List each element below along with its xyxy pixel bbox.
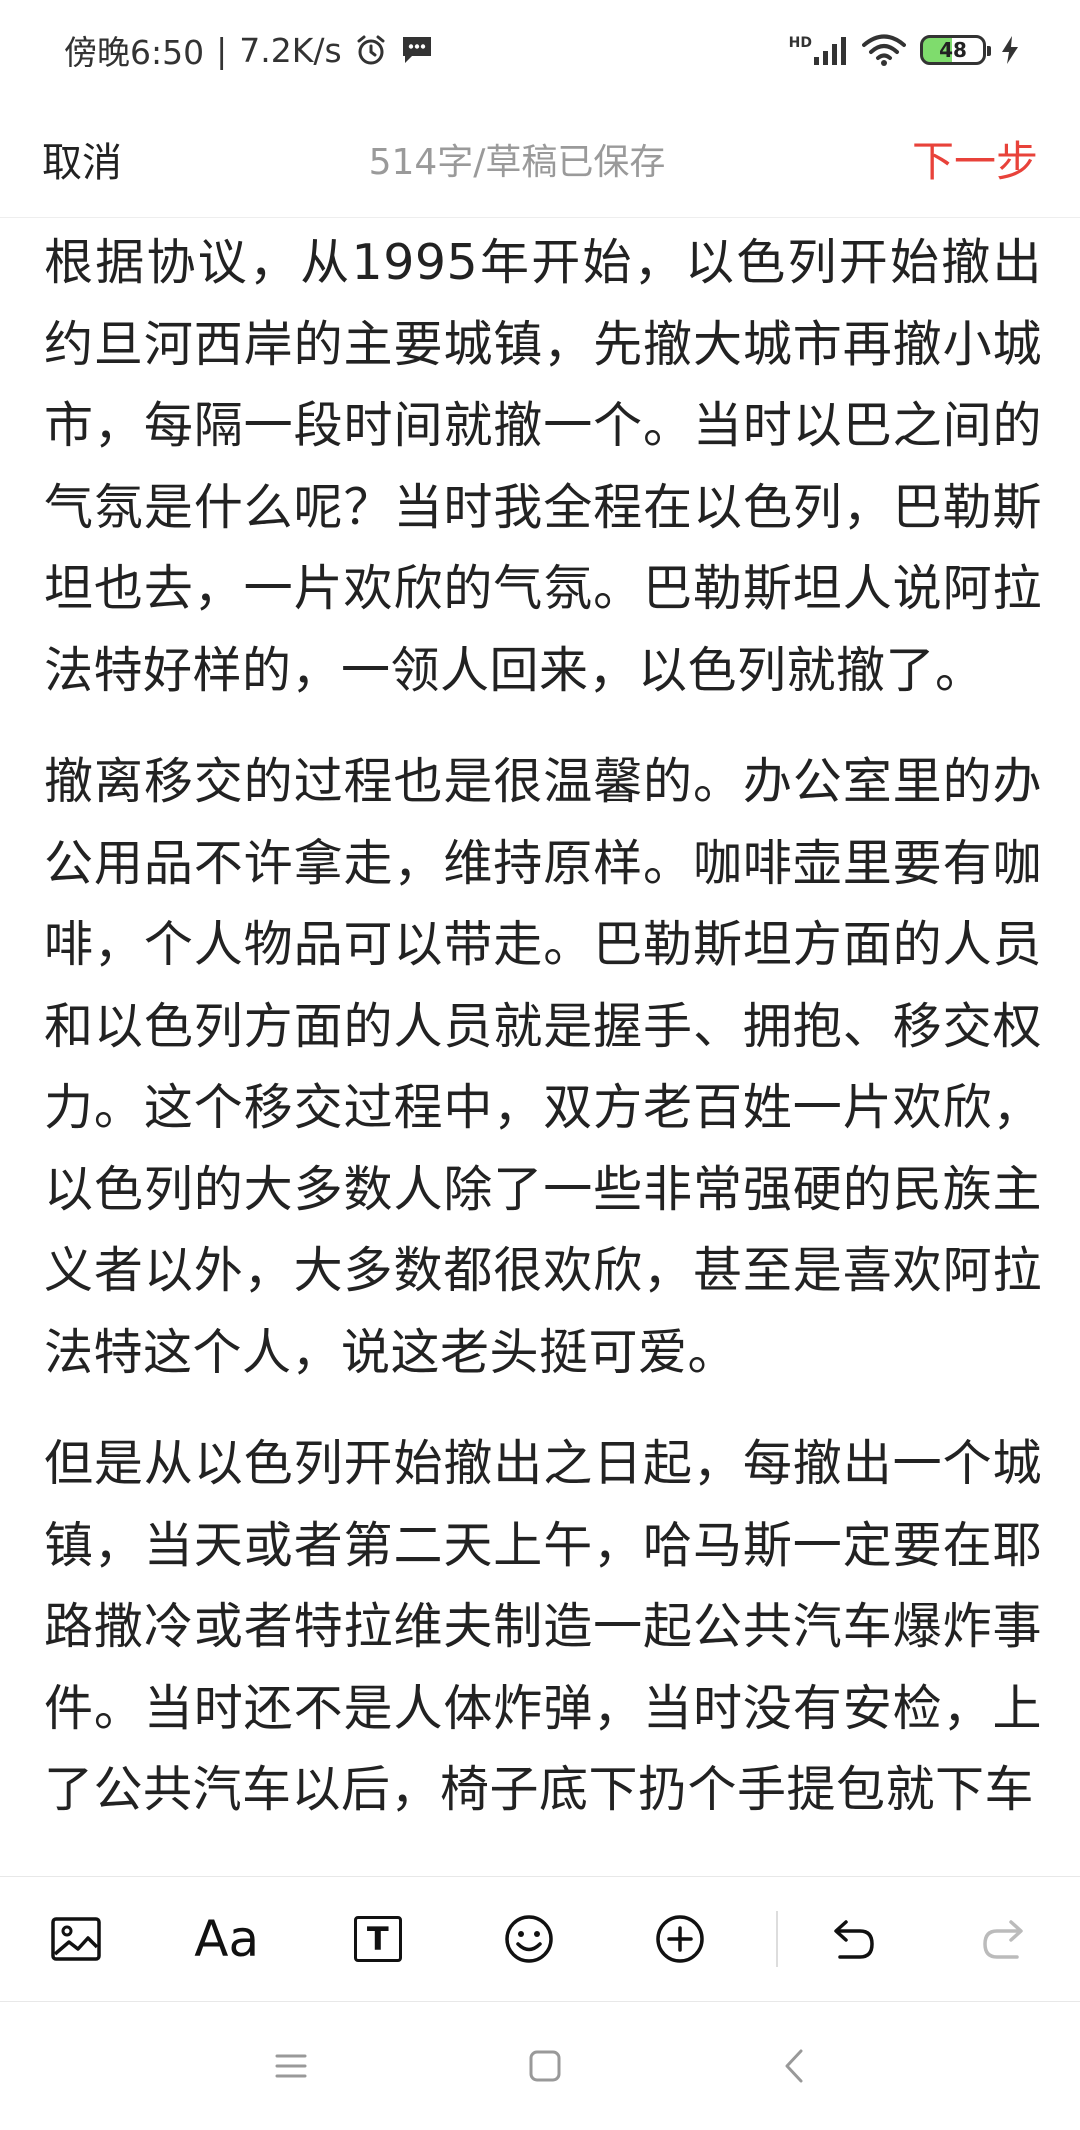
back-icon[interactable] (782, 2048, 806, 2084)
status-separator: | (216, 30, 228, 70)
paragraph[interactable]: 根据协议，从1995年开始，以色列开始撤出约旦河西岸的主要城镇，先撤大城市再撤小… (44, 222, 1042, 711)
add-icon (654, 1913, 706, 1965)
signal-icon: HD (789, 35, 848, 65)
paragraph[interactable]: 撤离移交的过程也是很温馨的。办公室里的办公用品不许拿走，维持原样。咖啡壶里要有咖… (44, 741, 1042, 1393)
emoji-button[interactable] (453, 1876, 604, 2002)
battery-indicator: 48 (920, 35, 991, 65)
paragraph[interactable]: 但是从以色列开始撤出之日起，每撤出一个城镇，当天或者第二天上午，哈马斯一定要在耶… (44, 1423, 1042, 1831)
insert-image-button[interactable] (0, 1876, 151, 2002)
redo-button[interactable] (929, 1876, 1080, 2002)
system-nav-bar (0, 2002, 1080, 2130)
editor-toolbar: Aa T (0, 1876, 1080, 2002)
text-box-button[interactable]: T (302, 1876, 453, 2002)
network-speed: 7.2K/s (239, 30, 342, 70)
undo-icon (828, 1917, 878, 1961)
editor-content[interactable]: 根据协议，从1995年开始，以色列开始撤出约旦河西岸的主要城镇，先撤大城市再撤小… (44, 222, 1042, 1872)
redo-icon (979, 1917, 1029, 1961)
charging-icon (1000, 35, 1020, 65)
wifi-icon (862, 34, 906, 66)
status-time: 傍晚6:50 (64, 33, 205, 72)
undo-button[interactable] (778, 1876, 929, 2002)
font-icon: Aa (194, 1910, 260, 1968)
status-left: 傍晚6:50 | 7.2K/s (64, 26, 434, 74)
alarm-icon (354, 33, 388, 67)
emoji-icon (503, 1913, 555, 1965)
text-box-icon-letter: T (366, 1920, 389, 1958)
editor-header: 取消 514字/草稿已保存 下一步 (0, 100, 1080, 218)
cancel-button[interactable]: 取消 (42, 130, 122, 188)
image-icon (50, 1916, 102, 1962)
home-icon[interactable] (528, 2049, 562, 2083)
add-button[interactable] (605, 1876, 756, 2002)
text-box-icon: T (353, 1916, 402, 1962)
next-step-button[interactable]: 下一步 (912, 128, 1038, 189)
signal-hd-label: HD (788, 35, 812, 51)
menu-icon[interactable] (274, 2051, 308, 2081)
font-style-button[interactable]: Aa (151, 1876, 302, 2002)
status-bar: 傍晚6:50 | 7.2K/s HD 48 (0, 0, 1080, 100)
message-icon (400, 34, 434, 66)
word-count-status: 514字/草稿已保存 (368, 141, 666, 183)
battery-level: 48 (939, 38, 967, 62)
status-right: HD 48 (789, 34, 1020, 66)
